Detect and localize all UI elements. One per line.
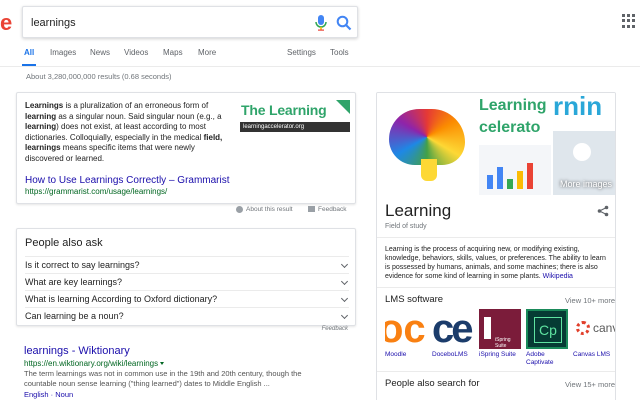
ispring-logo: iSpring Suite	[479, 309, 521, 349]
knowledge-panel: Learning celerato rnin More images Learn…	[376, 92, 616, 400]
kp-image-chart[interactable]	[479, 145, 551, 195]
wiki-result-title[interactable]: learnings - Wiktionary	[24, 345, 130, 357]
canvas-logo: canva	[573, 309, 615, 349]
dropdown-caret-icon[interactable]	[160, 362, 165, 366]
snippet-image-url: learningaccelerator.org	[243, 124, 305, 130]
chevron-down-icon	[340, 311, 349, 320]
tab-images[interactable]: Images	[50, 48, 76, 57]
lms-software-heading: LMS software	[385, 294, 444, 305]
tabs-divider	[0, 66, 640, 67]
snippet-text: Learnings is a pluralization of an erron…	[25, 101, 223, 163]
kp-image-learning-text[interactable]: rnin	[553, 93, 615, 129]
paa-question[interactable]: Is it correct to say learnings?	[25, 256, 349, 273]
info-icon	[236, 206, 243, 213]
paa-question[interactable]: What are key learnings?	[25, 273, 349, 290]
featured-snippet: Learnings is a pluralization of an erron…	[16, 92, 356, 204]
chevron-down-icon	[340, 277, 349, 286]
search-icon[interactable]	[335, 14, 353, 32]
apps-grid-icon[interactable]	[622, 14, 636, 28]
snippet-feedback[interactable]: Feedback	[308, 206, 347, 216]
paa-question[interactable]: Can learning be a noun?	[25, 307, 349, 324]
lms-item-captivate[interactable]: Cp Adobe Captivate	[526, 309, 568, 366]
about-this-result[interactable]: About this result	[236, 206, 293, 216]
microphone-icon[interactable]	[313, 14, 329, 32]
kp-divider	[377, 237, 615, 238]
tab-news[interactable]: News	[90, 48, 110, 57]
tab-more[interactable]: More	[198, 48, 216, 57]
wiki-result-url[interactable]: https://en.wiktionary.org/wiki/learnings	[24, 359, 165, 368]
lms-item-docebo[interactable]: ce DoceboLMS	[432, 309, 474, 359]
snippet-image-brand: The Learning	[241, 102, 327, 118]
kp-description: Learning is the process of acquiring new…	[385, 246, 606, 280]
lms-view-more[interactable]: View 10+ more	[565, 296, 615, 305]
kp-image-strip[interactable]: Learning celerato rnin More images	[377, 93, 615, 195]
result-stats: About 3,280,000,000 results (0.68 second…	[26, 72, 172, 81]
kp-image-learning-accelerator[interactable]: Learning celerato	[479, 93, 551, 143]
lms-item-canvas[interactable]: canva Canvas LMS	[573, 309, 615, 359]
moodle-logo: oce	[385, 309, 427, 349]
arrow-icon	[336, 100, 350, 114]
paa-feedback[interactable]: Feedback	[322, 326, 348, 332]
snippet-url: https://grammarist.com/usage/learnings/	[25, 187, 168, 196]
paa-question[interactable]: What is learning According to Oxford dic…	[25, 290, 349, 307]
tab-settings[interactable]: Settings	[287, 48, 316, 57]
wikipedia-link[interactable]: Wikipedia	[543, 273, 573, 280]
snippet-image[interactable]: The Learning learningaccelerator.org	[240, 100, 350, 134]
wiki-result-sitelinks[interactable]: English · Noun	[24, 390, 73, 399]
docebo-logo: ce	[432, 309, 474, 349]
kp-image-brain[interactable]	[377, 93, 477, 195]
kp-divider	[377, 371, 615, 372]
feedback-icon	[308, 206, 315, 213]
kp-divider	[377, 287, 615, 288]
tab-videos[interactable]: Videos	[124, 48, 148, 57]
tab-all[interactable]: All	[24, 48, 34, 57]
kp-title: Learning	[385, 201, 452, 220]
lms-item-ispring[interactable]: iSpring Suite iSpring Suite	[479, 309, 521, 359]
share-icon[interactable]	[597, 205, 609, 217]
snippet-link[interactable]: How to Use Learnings Correctly – Grammar…	[25, 175, 230, 186]
search-input[interactable]	[31, 15, 301, 31]
more-images-link[interactable]: More images	[560, 179, 612, 189]
chevron-down-icon	[340, 294, 349, 303]
chevron-down-icon	[340, 260, 349, 269]
google-logo-fragment[interactable]: e	[0, 12, 12, 34]
paa-title: People also ask	[25, 237, 103, 249]
people-also-ask: People also ask Is it correct to say lea…	[16, 228, 356, 326]
people-also-search-heading: People also search for	[385, 378, 480, 389]
tab-maps[interactable]: Maps	[163, 48, 183, 57]
tab-tools[interactable]: Tools	[330, 48, 349, 57]
psf-view-more[interactable]: View 15+ more	[565, 380, 615, 389]
captivate-logo: Cp	[526, 309, 568, 349]
search-tabs: All Images News Videos Maps More Setting…	[0, 48, 640, 66]
lms-item-moodle[interactable]: oce Moodle	[385, 309, 427, 359]
wiki-result-text: The term learnings was not in common use…	[24, 369, 302, 388]
search-box[interactable]	[22, 6, 358, 38]
kp-subtitle: Field of study	[385, 223, 427, 230]
